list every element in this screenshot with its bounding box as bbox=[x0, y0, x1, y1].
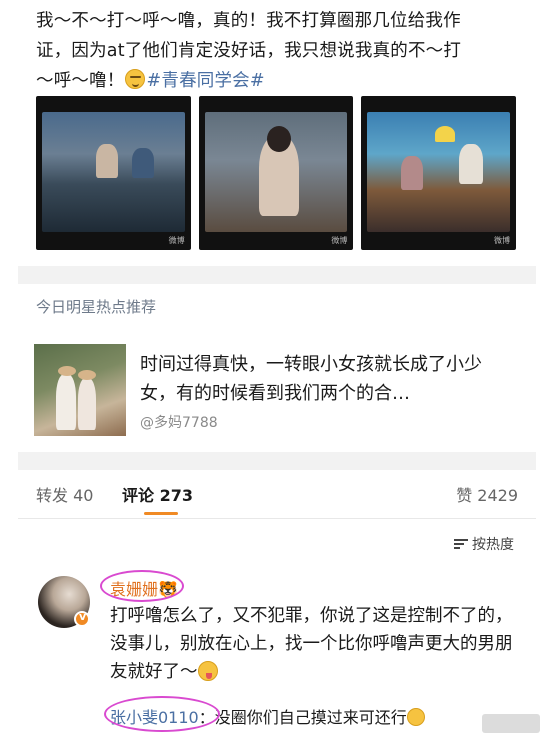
image-watermark: 微博 bbox=[331, 236, 348, 245]
image-watermark: 微博 bbox=[168, 236, 185, 245]
figure bbox=[58, 366, 76, 376]
divider bbox=[18, 518, 536, 519]
highlight-circle-username bbox=[100, 570, 184, 602]
section-separator bbox=[18, 452, 536, 470]
post-image-2[interactable]: 微博 bbox=[198, 96, 354, 250]
figure bbox=[132, 148, 154, 178]
figure bbox=[459, 144, 484, 184]
figure bbox=[96, 144, 118, 178]
verified-badge-icon bbox=[74, 610, 90, 627]
post-image-3[interactable]: 微博 bbox=[361, 96, 517, 250]
highlight-circle-reply bbox=[104, 696, 220, 732]
tab-comment[interactable]: 评论 273 bbox=[122, 482, 193, 506]
figure bbox=[266, 126, 291, 152]
hot-author[interactable]: @多妈7788 bbox=[140, 412, 218, 432]
tongue-emoji-icon bbox=[197, 661, 218, 681]
sort-button[interactable]: 按热度 bbox=[454, 534, 514, 554]
figure bbox=[435, 126, 456, 142]
active-tab-underline bbox=[144, 512, 178, 515]
section-separator bbox=[18, 266, 536, 284]
reply-text: 没圈你们自己摸过来可还行 bbox=[214, 708, 407, 727]
sad-emoji-icon bbox=[124, 69, 145, 89]
hot-card[interactable]: 时间过得真快，一转眼小女孩就长成了小少女，有的时候看到我们两个的合… @多妈77… bbox=[34, 344, 514, 440]
post-line-2: 证，因为at了他们肯定没好话，我只想说我真的不～打 bbox=[36, 41, 462, 61]
post-image-1[interactable]: 微博 bbox=[36, 96, 191, 250]
post-tabs: 转发 40 评论 273 赞 2429 bbox=[36, 482, 518, 515]
image-watermark: 微博 bbox=[494, 236, 511, 245]
sort-icon bbox=[454, 538, 468, 550]
overlay-box bbox=[482, 714, 540, 733]
topic-link[interactable]: #青春同学会# bbox=[147, 71, 265, 91]
comment-body: 打呼噜怎么了，又不犯罪，你说了这是控制不了的，没事儿，别放在心上，找一个比你呼噜… bbox=[110, 606, 513, 682]
figure bbox=[78, 370, 96, 380]
post-line-3: ～呼～噜！ bbox=[36, 71, 125, 91]
smile-emoji-icon bbox=[406, 708, 425, 726]
figure bbox=[56, 374, 76, 430]
tab-like[interactable]: 赞 2429 bbox=[456, 482, 518, 506]
hot-section-header: 今日明星热点推荐 bbox=[36, 298, 157, 316]
figure bbox=[78, 378, 96, 430]
hot-text: 时间过得真快，一转眼小女孩就长成了小少女，有的时候看到我们两个的合… bbox=[140, 354, 482, 404]
comment-text: 打呼噜怎么了，又不犯罪，你说了这是控制不了的，没事儿，别放在心上，找一个比你呼噜… bbox=[110, 602, 520, 686]
figure bbox=[401, 156, 424, 190]
tab-repost[interactable]: 转发 40 bbox=[36, 482, 93, 506]
hot-thumbnail bbox=[34, 344, 126, 436]
post-text: 我～不～打～呼～噜，真的！我不打算圈那几位给我作 证，因为at了他们肯定没好话，… bbox=[36, 6, 524, 96]
sort-label: 按热度 bbox=[472, 537, 514, 553]
post-line-1: 我～不～打～呼～噜，真的！我不打算圈那几位给我作 bbox=[36, 11, 461, 31]
image-grid: 微博 微博 微博 bbox=[36, 96, 517, 250]
